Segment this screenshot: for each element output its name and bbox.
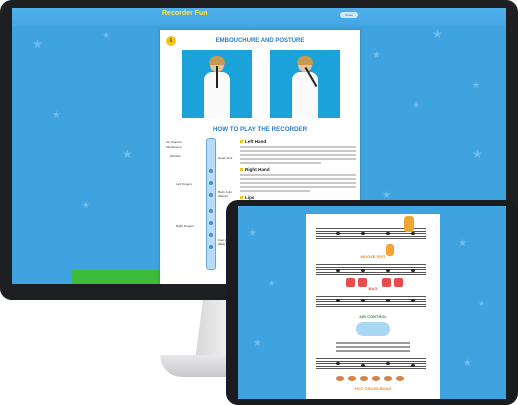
svg-text:★: ★ [472,147,483,161]
diagram-label: Body Joint (Barrel) [218,190,233,198]
giraffe-illustration [404,216,414,232]
page-title: EMBOUCHURE AND POSTURE [215,38,305,44]
tablet-screen: ★ ★ ★ ★ ★ ★ MOOSE SPIT BAG AIR CONTROL H… [238,206,506,399]
svg-text:★: ★ [478,299,485,308]
song-label: HOT CROSS BUNS [354,386,392,391]
svg-text:★: ★ [472,80,480,90]
close-button[interactable]: Close [340,12,358,18]
svg-text:★: ★ [122,147,133,161]
music-staff [316,358,426,369]
svg-text:★: ★ [412,100,420,110]
diagram-label: Right Fingers [176,224,194,228]
diagram-label: Mouthpiece [166,145,182,149]
cloud-illustration [356,322,390,336]
music-staff [316,264,426,275]
app-logo[interactable]: Recorder Fun [162,10,208,17]
song-label: MOOSE SPIT [360,254,386,259]
diagram-label: Left Fingers [176,182,192,186]
bullet-heading: Right Hand [240,167,356,172]
diagram-label: Air Channel [166,140,182,144]
bullet-heading: Left Hand [240,139,356,144]
svg-text:★: ★ [268,279,275,288]
svg-text:★: ★ [432,27,443,41]
svg-text:★: ★ [52,110,61,121]
instructions-column: Left Hand Right Hand Lips [240,136,356,208]
section-title: HOW TO PLAY THE RECORDER [212,126,308,133]
side-posture-photo [270,50,340,118]
song-label: BAG [368,286,378,291]
moose-illustration [386,244,394,256]
svg-text:★: ★ [458,238,467,249]
svg-text:★: ★ [372,50,381,61]
svg-text:★: ★ [253,338,262,349]
diagram-label: Head Joint [218,156,233,160]
svg-text:★: ★ [102,30,110,40]
app-topbar [12,8,506,26]
music-staff [316,296,426,307]
songbook-page: MOOSE SPIT BAG AIR CONTROL HOT CROSS BUN… [306,214,440,399]
diagram-label: Window [170,154,181,158]
svg-text:★: ★ [82,200,90,210]
svg-text:★: ★ [463,358,472,369]
svg-text:★: ★ [248,228,257,239]
recorder-illustration [206,138,216,270]
section-label: AIR CONTROL [359,314,387,319]
front-posture-photo [182,50,252,118]
svg-text:★: ★ [32,37,43,51]
